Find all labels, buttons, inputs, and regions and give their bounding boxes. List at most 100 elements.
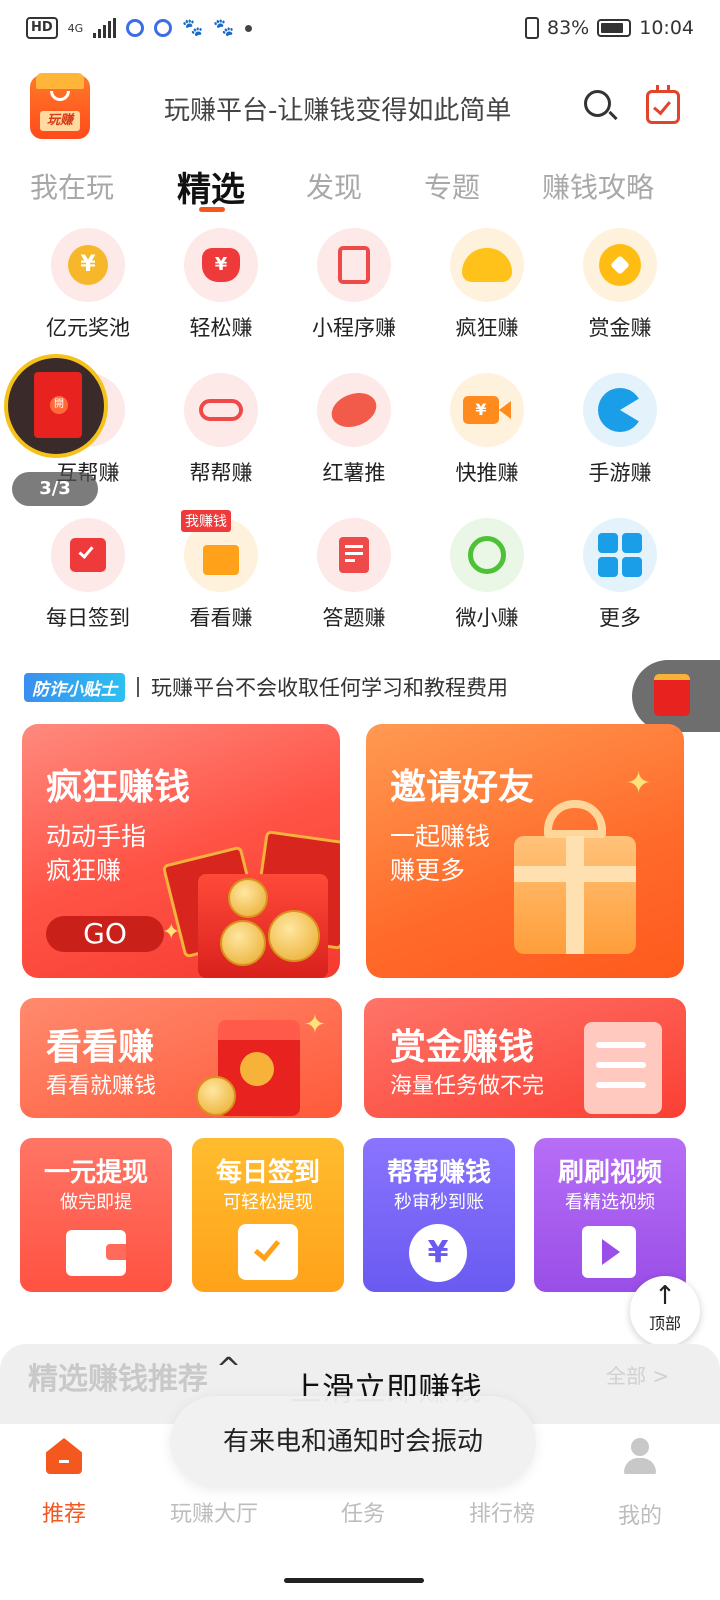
gift-box-illustration [514, 800, 636, 954]
grid-item-quick-push[interactable]: ¥ 快推赚 [421, 373, 553, 503]
paw-notification-icon: 🐾 [213, 18, 235, 38]
card-title: 邀请好友 [390, 767, 535, 808]
home-indicator[interactable] [284, 1578, 424, 1583]
wallet-icon [66, 1230, 126, 1276]
tab-featured[interactable]: 精选 [177, 162, 245, 211]
card-subtitle: 看精选视频 [565, 1192, 655, 1213]
card-title: 每日签到 [215, 1158, 320, 1188]
card-bounty-earn[interactable]: 赏金赚钱 海量任务做不完 [364, 998, 686, 1118]
calendar-check-icon [51, 518, 125, 592]
user-icon [620, 1436, 660, 1476]
card-swipe-videos[interactable]: 刷刷视频 看精选视频 [534, 1138, 686, 1292]
grid-item-watch-earn[interactable]: 我赚钱 看看赚 [155, 510, 287, 648]
tab-guide[interactable]: 赚钱攻略 [542, 166, 654, 206]
video-camera-icon: ¥ [450, 373, 524, 447]
logo-text: 玩赚 [40, 111, 80, 131]
status-bar: HD 4G 🐾 🐾 83% 10:04 [0, 0, 720, 56]
grid-item-micro-earn[interactable]: 微小赚 [421, 518, 553, 648]
more-grid-icon [583, 518, 657, 592]
sweet-potato-icon [317, 373, 391, 447]
paw-notification-icon: 🐾 [182, 18, 204, 38]
app-logo[interactable]: 玩赚 [30, 73, 90, 139]
card-title: 刷刷视频 [557, 1158, 662, 1188]
card-watch-earn[interactable]: 看看赚 看看就赚钱 ✦ [20, 998, 342, 1118]
yuan-coin-icon: ¥ [51, 228, 125, 302]
network-type: 4G [67, 21, 84, 35]
grid-item-mobile-game[interactable]: 手游赚 [554, 373, 686, 503]
coin-illustration [196, 1076, 236, 1116]
grid-item-prize-pool[interactable]: ¥ 亿元奖池 [22, 228, 154, 358]
mini-program-icon [317, 228, 391, 302]
grid-item-quiz-earn[interactable]: 答题赚 [288, 518, 420, 648]
yuan-coin-icon: ¥ [409, 1224, 467, 1282]
grid-item-sweet-potato[interactable]: 红薯推 [288, 373, 420, 503]
checkin-calendar-icon[interactable] [646, 85, 680, 124]
category-tabs: 我在玩 精选 发现 专题 赚钱攻略 [0, 158, 720, 218]
signal-icon [93, 18, 117, 38]
tab-discover[interactable]: 发现 [306, 166, 362, 206]
vibrate-icon [525, 17, 539, 39]
tip-divider [137, 677, 139, 697]
battery-percent: 83% [547, 17, 590, 39]
gold-coin-icon [583, 228, 657, 302]
bowl-icon [450, 228, 524, 302]
tip-text: 玩赚平台不会收取任何学习和教程费用 [151, 676, 508, 700]
watch-earn-badge: 我赚钱 [181, 510, 231, 532]
recommend-more-link[interactable]: 全部 > [606, 1360, 669, 1389]
app-header: 玩赚 玩赚平台-让赚钱变得如此简单 [0, 70, 720, 146]
grid-item-bounty-earn[interactable]: 赏金赚 [554, 228, 686, 358]
game-icon [583, 373, 657, 447]
back-to-top-button[interactable]: ↑ 顶部 [630, 1276, 700, 1346]
sparkle-icon: ✦ [162, 920, 181, 945]
card-subtitle: 秒审秒到账 [394, 1192, 484, 1213]
nav-recommend[interactable]: 推荐 [0, 1434, 136, 1528]
card-title: 一元提现 [43, 1158, 148, 1188]
vibration-toast: 有来电和通知时会振动 [170, 1396, 536, 1488]
sparkle-icon: ✦ [626, 766, 652, 801]
grid-item-easy-earn[interactable]: ¥ 轻松赚 [155, 228, 287, 358]
search-icon[interactable] [584, 90, 618, 122]
card-title: 赏金赚钱 [390, 1027, 535, 1068]
card-daily-checkin[interactable]: 每日签到 可轻松提现 [192, 1138, 344, 1292]
grid-item-help-earn[interactable]: 帮帮赚 [155, 373, 287, 503]
battery-icon [597, 19, 632, 37]
coin-illustration [228, 878, 268, 918]
grid-item-more[interactable]: 更多 [554, 518, 686, 648]
chevron-up-icon[interactable]: ^ [216, 1352, 241, 1387]
card-subtitle: 看看就赚钱 [46, 1074, 157, 1099]
hd-indicator: HD [26, 17, 58, 39]
tip-badge: 防诈小贴士 [24, 672, 125, 702]
back-to-top-label: 顶部 [648, 1314, 681, 1333]
anti-fraud-tip[interactable]: 防诈小贴士 玩赚平台不会收取任何学习和教程费用 [24, 670, 508, 704]
home-icon [46, 1438, 82, 1474]
recommend-title: 精选赚钱推荐 [28, 1362, 208, 1397]
card-title: 看看赚 [46, 1027, 155, 1068]
card-crazy-earn[interactable]: 疯狂赚钱 动动手指 疯狂赚 GO ✦ [22, 724, 340, 978]
card-help-earn[interactable]: 帮帮赚钱 秒审秒到账 ¥ [363, 1138, 515, 1292]
grid-item-daily-checkin[interactable]: 每日签到 [22, 518, 154, 648]
app-notification-icon [154, 19, 173, 37]
floating-red-packet[interactable]: 開 [4, 354, 108, 458]
more-notifications-icon [244, 24, 252, 32]
side-red-packet[interactable] [632, 660, 720, 732]
quiz-icon [317, 518, 391, 592]
coin-illustration [220, 920, 266, 966]
grid-item-crazy-earn[interactable]: 疯狂赚 [421, 228, 553, 358]
money-bag-icon: ¥ [184, 228, 258, 302]
play-icon [582, 1226, 636, 1278]
tab-topics[interactable]: 专题 [424, 166, 480, 206]
page-title: 玩赚平台-让赚钱变得如此简单 [164, 96, 512, 126]
red-packet-count: 3/3 [12, 472, 98, 506]
nav-profile[interactable]: 我的 [568, 1434, 712, 1530]
calendar-check-icon [238, 1224, 298, 1280]
task-list-illustration [584, 1022, 662, 1114]
card-one-yuan-withdraw[interactable]: 一元提现 做完即提 [20, 1138, 172, 1292]
active-tab-indicator [199, 207, 225, 212]
arrow-up-icon: ↑ [654, 1281, 676, 1311]
grid-item-mini-program[interactable]: 小程序赚 [288, 228, 420, 358]
tab-playing[interactable]: 我在玩 [30, 166, 114, 206]
handshake-icon [184, 373, 258, 447]
go-button[interactable]: GO [46, 916, 164, 952]
card-invite-friends[interactable]: 邀请好友 一起赚钱 赚更多 ✦ [366, 724, 684, 978]
card-subtitle: 做完即提 [60, 1192, 132, 1213]
